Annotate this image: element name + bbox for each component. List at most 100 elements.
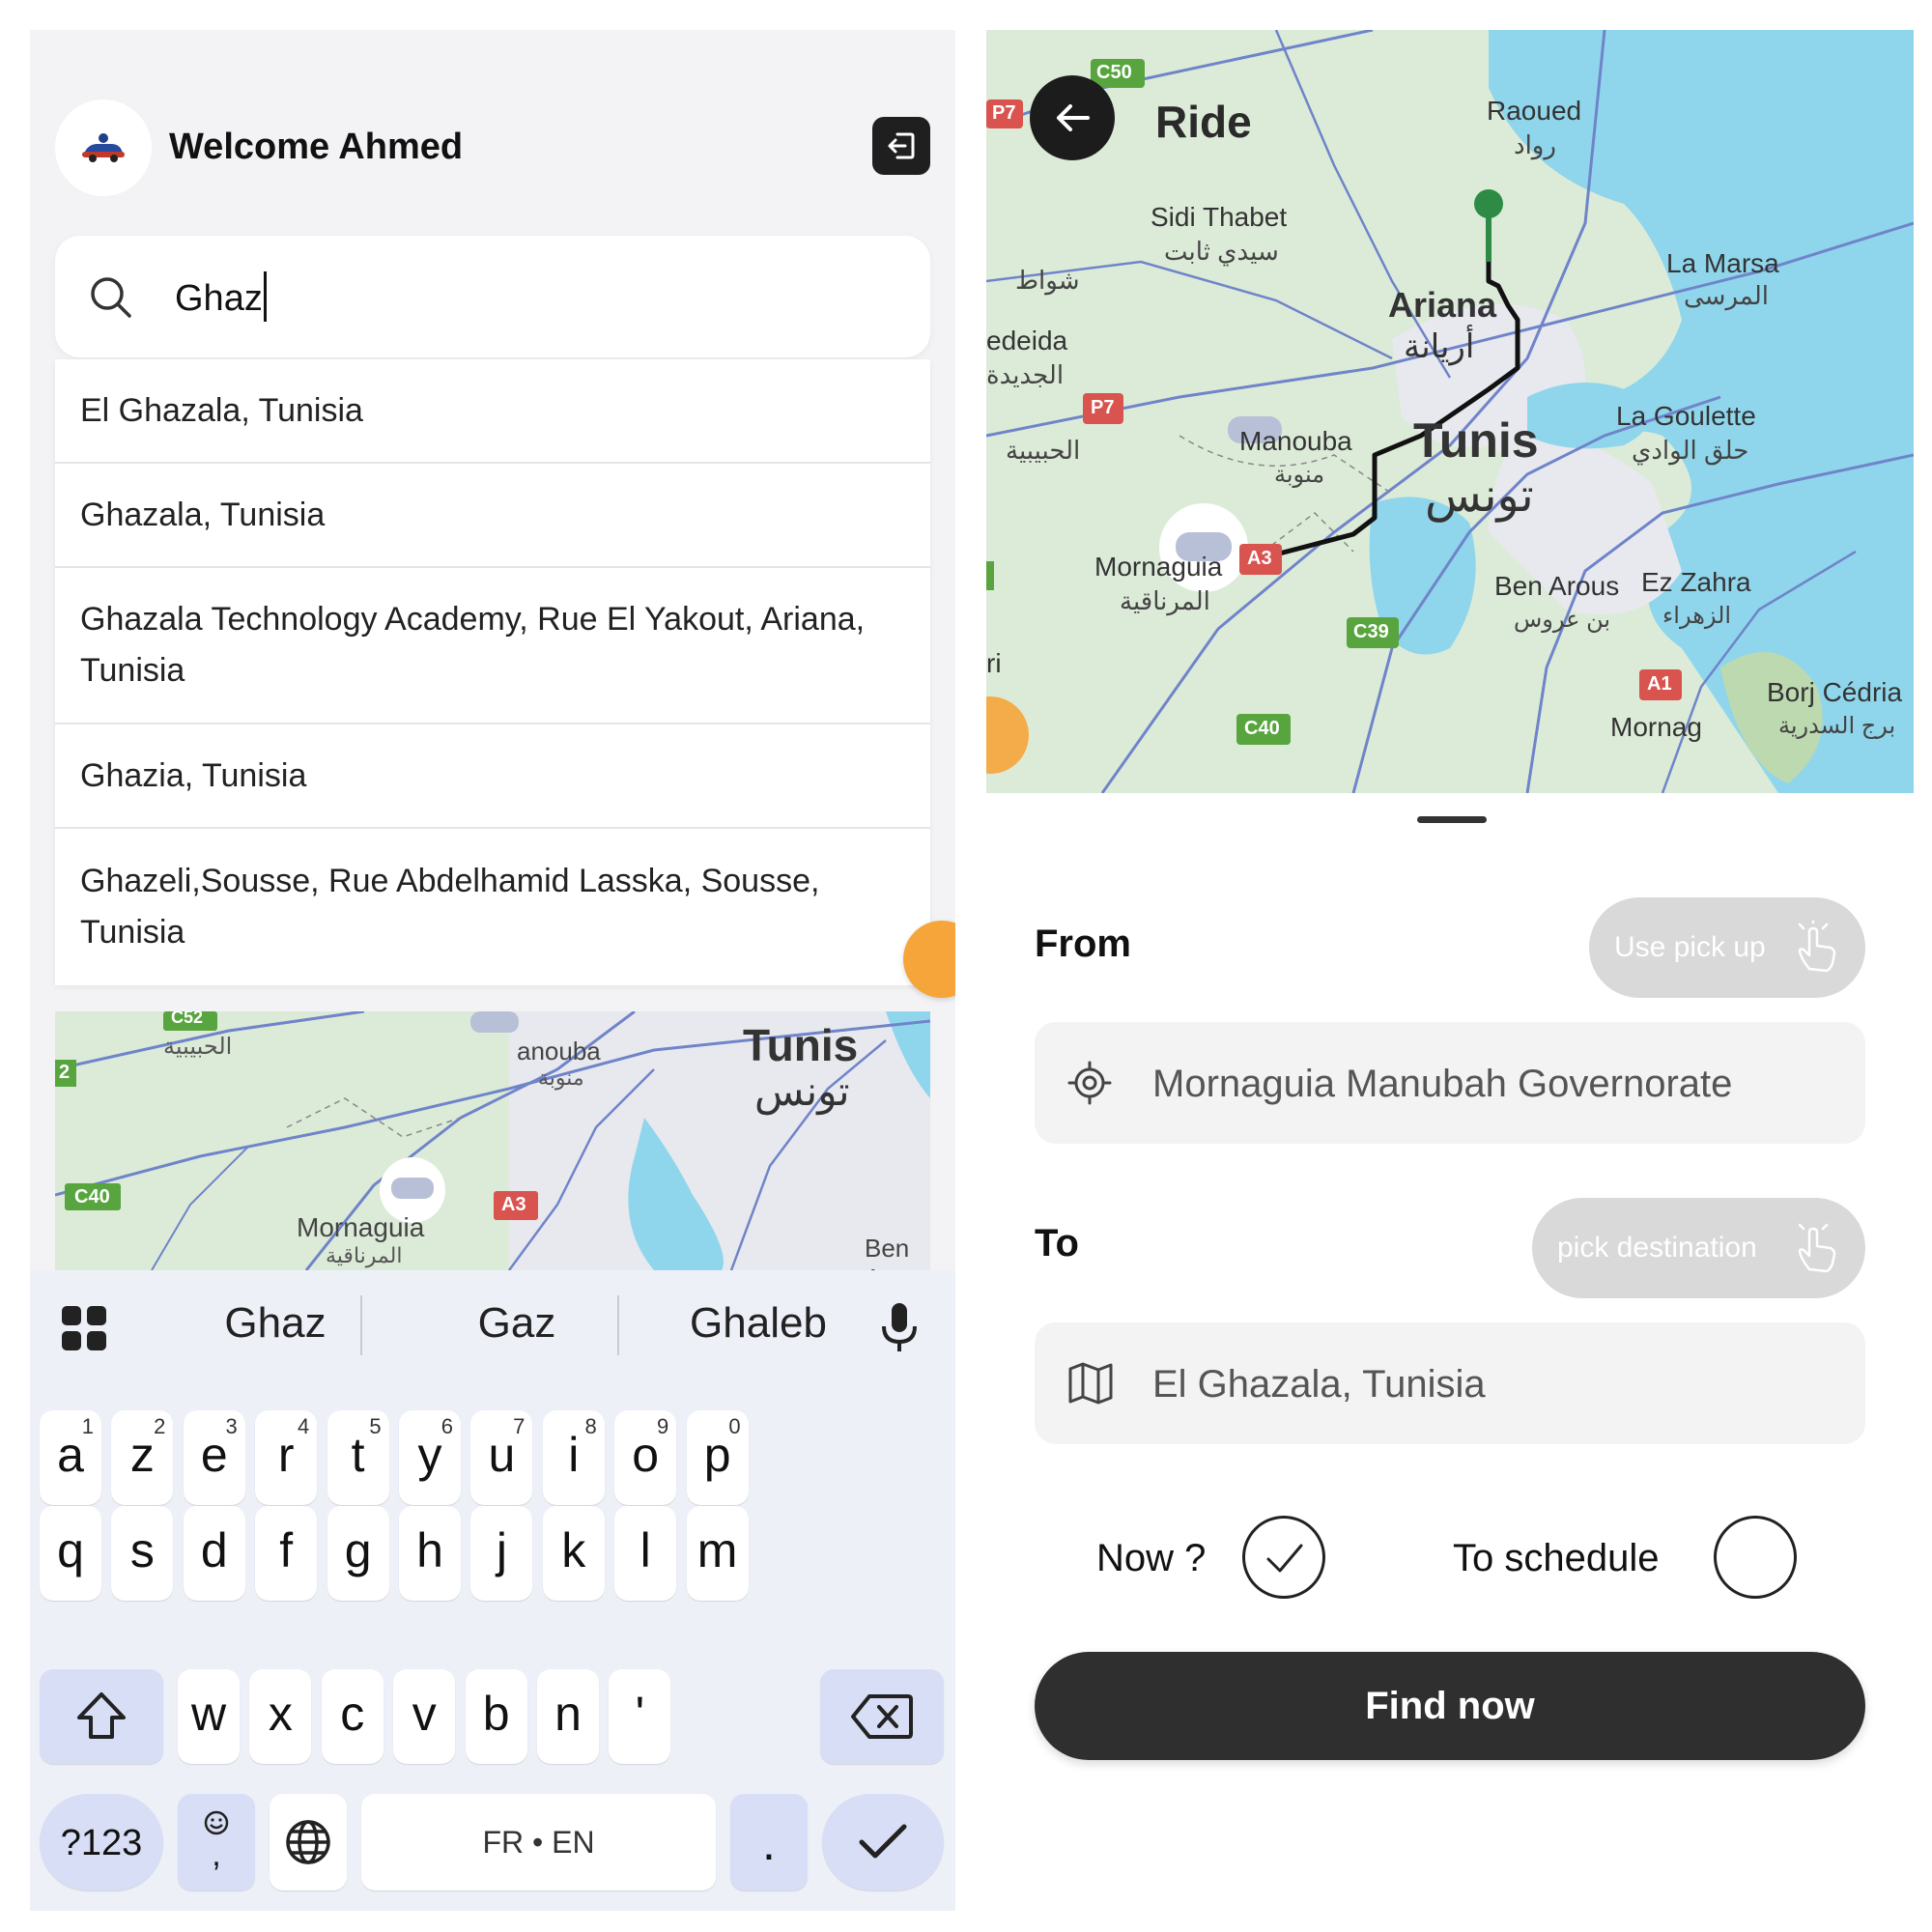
map-label: أريانة [1404, 328, 1475, 365]
key-w[interactable]: w [178, 1669, 240, 1764]
road-label: C40 [74, 1186, 110, 1208]
suggestion-word[interactable]: Ghaleb [642, 1299, 874, 1348]
key-p[interactable]: p0 [686, 1410, 749, 1505]
key-v[interactable]: v [393, 1669, 456, 1764]
key-number-hint: 3 [225, 1414, 238, 1438]
result-item[interactable]: Ghazia, Tunisia [55, 724, 930, 829]
map-label: Borj Cédria [1767, 677, 1903, 707]
result-text: Ghazeli,Sousse, Rue Abdelhamid Lasska, S… [80, 863, 820, 951]
key-label: l [639, 1523, 651, 1577]
road-shield: 2 [55, 1060, 76, 1087]
key-label: , [212, 1836, 221, 1873]
to-label: To [1035, 1222, 1079, 1264]
key-j[interactable]: j [470, 1506, 533, 1601]
microphone-icon[interactable] [880, 1301, 919, 1355]
road-label: 2 [59, 1062, 71, 1083]
map-label: بن عروس [1514, 607, 1611, 633]
pick-destination-button[interactable]: pick destination [1532, 1198, 1865, 1298]
period-key[interactable]: . [730, 1794, 808, 1890]
key-e[interactable]: e3 [183, 1410, 245, 1505]
key-h[interactable]: h [399, 1506, 461, 1601]
map-label: anouba [517, 1037, 601, 1065]
schedule-radio[interactable] [1714, 1516, 1797, 1599]
use-pickup-button[interactable]: Use pick up [1589, 897, 1865, 998]
shift-key[interactable] [40, 1669, 163, 1764]
key-r[interactable]: r4 [255, 1410, 318, 1505]
key-t[interactable]: t5 [327, 1410, 389, 1505]
enter-key[interactable] [822, 1794, 944, 1890]
key-l[interactable]: l [614, 1506, 677, 1601]
from-field[interactable]: Mornaguia Manubah Governorate [1035, 1022, 1865, 1144]
drag-handle[interactable] [1417, 816, 1487, 823]
suggestion-bar: Ghaz Gaz Ghaleb [30, 1270, 955, 1384]
map-label: الحبيبية [163, 1034, 233, 1060]
road-label: C40 [1244, 718, 1280, 739]
map-label: Ariana [1388, 285, 1497, 325]
key-n[interactable]: n [537, 1669, 599, 1764]
tap-hand-icon [1798, 1223, 1836, 1273]
road-label: C39 [1353, 621, 1389, 642]
key-o[interactable]: o9 [614, 1410, 677, 1505]
now-label: Now ? [1096, 1537, 1207, 1579]
key-q[interactable]: q [40, 1506, 101, 1601]
map-label: Sidi Thabet [1151, 202, 1288, 232]
space-key[interactable]: FR • EN [361, 1794, 716, 1890]
map-label: الزهراء [1662, 603, 1732, 629]
search-input[interactable]: Ghaz [175, 270, 267, 322]
logout-button[interactable] [872, 117, 930, 175]
map-view[interactable]: C52 2 الحبيبية anouba منوبة Tunis تونس C… [55, 1011, 930, 1270]
key-u[interactable]: u7 [470, 1410, 533, 1505]
key-k[interactable]: k [542, 1506, 605, 1601]
shift-arrow-icon [77, 1692, 126, 1739]
checkmark-icon [859, 1824, 907, 1859]
road-label: P7 [1091, 397, 1115, 418]
key-b[interactable]: b [465, 1669, 527, 1764]
schedule-label: To schedule [1453, 1537, 1660, 1579]
apps-grid-icon[interactable] [60, 1304, 108, 1352]
key-a[interactable]: a1 [40, 1410, 101, 1505]
result-item[interactable]: Ghazala, Tunisia [55, 464, 930, 568]
key-c[interactable]: c [321, 1669, 384, 1764]
symbols-key[interactable]: ?123 [40, 1794, 163, 1890]
to-field[interactable]: El Ghazala, Tunisia [1035, 1322, 1865, 1444]
key-i[interactable]: i8 [542, 1410, 605, 1505]
key-g[interactable]: g [327, 1506, 389, 1601]
key-x[interactable]: x [249, 1669, 312, 1764]
key-label: FR • EN [482, 1825, 595, 1860]
key-number-hint: 9 [656, 1414, 669, 1438]
suggestion-word[interactable]: Ghaz [159, 1299, 391, 1348]
key-m[interactable]: m [686, 1506, 749, 1601]
result-item[interactable]: Ghazala Technology Academy, Rue El Yakou… [55, 568, 930, 724]
map-label: المرناقية [326, 1243, 403, 1267]
result-item[interactable]: Ghazeli,Sousse, Rue Abdelhamid Lasska, S… [55, 829, 930, 985]
key-'[interactable]: ' [609, 1669, 671, 1764]
now-radio[interactable] [1242, 1516, 1325, 1599]
result-item[interactable]: El Ghazala, Tunisia [55, 359, 930, 464]
map-label: منوبة [538, 1065, 584, 1090]
search-bar[interactable]: Ghaz [55, 236, 930, 357]
result-text: Ghazala, Tunisia [80, 496, 326, 533]
results-list: El Ghazala, Tunisia Ghazala, Tunisia Gha… [55, 359, 930, 985]
suggestion-word[interactable]: Gaz [401, 1299, 633, 1348]
key-label: j [496, 1523, 507, 1577]
map-view[interactable]: C50 P7 P7 A3 C39 C40 A1 Raoued رواد Sidi… [986, 30, 1914, 793]
key-label: x [268, 1687, 293, 1741]
key-y[interactable]: y6 [399, 1410, 461, 1505]
find-now-button[interactable]: Find now [1035, 1652, 1865, 1760]
language-key[interactable] [270, 1794, 347, 1890]
from-label: From [1035, 923, 1131, 965]
key-d[interactable]: d [183, 1506, 245, 1601]
avatar[interactable] [55, 99, 152, 196]
key-s[interactable]: s [111, 1506, 174, 1601]
key-number-hint: 6 [440, 1414, 453, 1438]
to-value: El Ghazala, Tunisia [1152, 1363, 1486, 1406]
key-f[interactable]: f [255, 1506, 318, 1601]
map-label: رواد [1514, 130, 1556, 159]
road-shield: A1 [1639, 669, 1682, 700]
emoji-key[interactable]: , [178, 1794, 255, 1890]
key-z[interactable]: z2 [111, 1410, 174, 1505]
back-button[interactable] [1030, 75, 1115, 160]
from-value: Mornaguia Manubah Governorate [1152, 1063, 1733, 1105]
backspace-key[interactable] [820, 1669, 944, 1764]
keyboard: Ghaz Gaz Ghaleb ?123 , FR • EN . a 1 z 2… [30, 1270, 955, 1911]
